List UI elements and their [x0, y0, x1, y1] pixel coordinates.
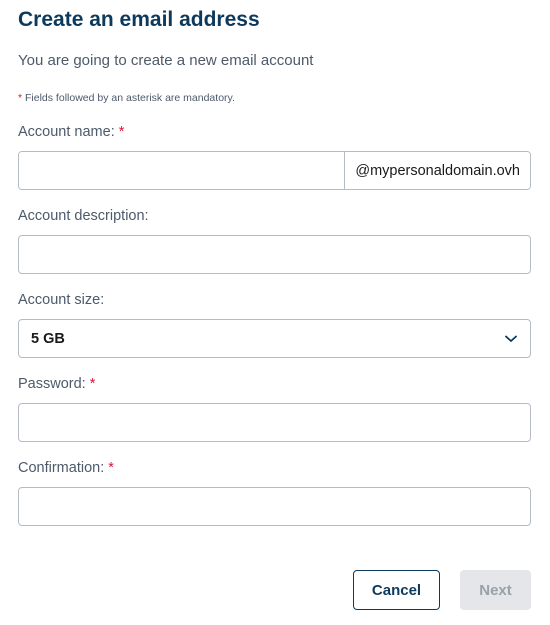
account-size-value: 5 GB	[31, 330, 65, 347]
password-label-text: Password:	[18, 376, 86, 392]
account-name-label: Account name: *	[18, 124, 124, 140]
password-required-mark: *	[89, 376, 96, 392]
confirmation-label: Confirmation: *	[18, 460, 114, 476]
confirmation-input[interactable]	[18, 487, 531, 526]
chevron-down-icon	[504, 332, 518, 346]
mandatory-note-text: Fields followed by an asterisk are manda…	[22, 92, 235, 104]
cancel-button[interactable]: Cancel	[353, 570, 440, 610]
password-input[interactable]	[18, 403, 531, 442]
create-email-dialog: Create an email address You are going to…	[0, 0, 550, 625]
account-description-label: Account description:	[18, 208, 149, 224]
domain-suffix: @mypersonaldomain.ovh	[344, 152, 530, 189]
confirmation-label-text: Confirmation:	[18, 460, 105, 476]
mandatory-note: * Fields followed by an asterisk are man…	[18, 92, 235, 104]
account-size-select[interactable]: 5 GB	[18, 319, 531, 358]
account-name-input[interactable]	[19, 152, 345, 189]
account-size-label: Account size:	[18, 292, 105, 308]
account-name-label-text: Account name:	[18, 124, 115, 140]
confirmation-required-mark: *	[108, 460, 114, 476]
account-name-required-mark: *	[118, 124, 125, 140]
password-label: Password: *	[18, 376, 95, 392]
account-description-input[interactable]	[18, 235, 531, 274]
account-name-group: @mypersonaldomain.ovh	[18, 151, 531, 190]
next-button[interactable]: Next	[460, 570, 531, 610]
page-subtitle: You are going to create a new email acco…	[18, 52, 314, 69]
page-title: Create an email address	[18, 8, 260, 31]
